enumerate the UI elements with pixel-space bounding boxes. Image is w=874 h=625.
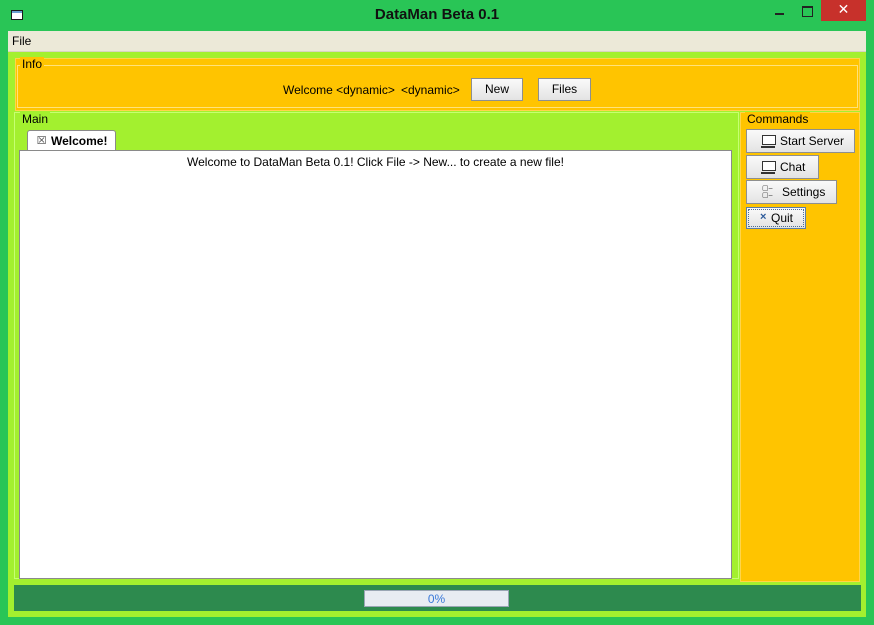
menu-file[interactable]: File xyxy=(12,34,31,48)
settings-label: Settings xyxy=(782,185,826,199)
new-button[interactable]: New xyxy=(471,78,523,101)
files-button[interactable]: Files xyxy=(538,78,591,101)
start-server-label: Start Server xyxy=(780,134,845,148)
chat-button[interactable]: Chat xyxy=(746,155,819,179)
main-group-title: Main xyxy=(20,112,51,126)
status-bar: 0% xyxy=(14,585,861,611)
quit-button[interactable]: × Quit xyxy=(746,207,806,229)
commands-panel: Commands Start Server Chat Settings × Qu… xyxy=(740,112,860,582)
progress-text: 0% xyxy=(427,592,446,606)
tab-close-icon[interactable]: ☒ xyxy=(36,135,47,146)
tab-content: Welcome to DataMan Beta 0.1! Click File … xyxy=(19,150,732,579)
settings-button[interactable]: Settings xyxy=(746,180,837,204)
chat-label: Chat xyxy=(780,160,806,174)
main-panel: Main ☒ Welcome! Welcome to DataMan Beta … xyxy=(14,112,739,579)
welcome-message: Welcome to DataMan Beta 0.1! Click File … xyxy=(187,155,564,169)
app-window: DataMan Beta 0.1 ✕ File Info Welcome <dy… xyxy=(0,0,874,625)
monitor-icon xyxy=(761,161,776,174)
info-row: Welcome <dynamic> <dynamic> New Files xyxy=(16,78,859,102)
quit-label: Quit xyxy=(771,211,794,225)
welcome-dynamic-label: Welcome <dynamic> xyxy=(283,83,395,97)
content-area: Info Welcome <dynamic> <dynamic> New Fil… xyxy=(8,52,866,617)
close-window-button[interactable]: ✕ xyxy=(821,0,866,21)
info-panel: Info Welcome <dynamic> <dynamic> New Fil… xyxy=(15,57,860,111)
menu-bar: File xyxy=(8,31,866,52)
dynamic-label: <dynamic> xyxy=(401,83,460,97)
maximize-button[interactable] xyxy=(794,0,821,21)
minimize-button[interactable] xyxy=(766,0,794,21)
tab-welcome[interactable]: ☒ Welcome! xyxy=(27,130,116,151)
list-icon xyxy=(762,185,776,199)
monitor-icon xyxy=(761,135,776,148)
start-server-button[interactable]: Start Server xyxy=(746,129,855,153)
progress-bar: 0% xyxy=(364,590,509,607)
info-group-title: Info xyxy=(20,57,45,71)
commands-group-title: Commands xyxy=(745,112,811,126)
close-icon: × xyxy=(760,211,767,223)
title-bar[interactable]: DataMan Beta 0.1 ✕ xyxy=(0,0,874,31)
window-title: DataMan Beta 0.1 xyxy=(374,6,500,23)
tab-label: Welcome! xyxy=(51,134,108,148)
